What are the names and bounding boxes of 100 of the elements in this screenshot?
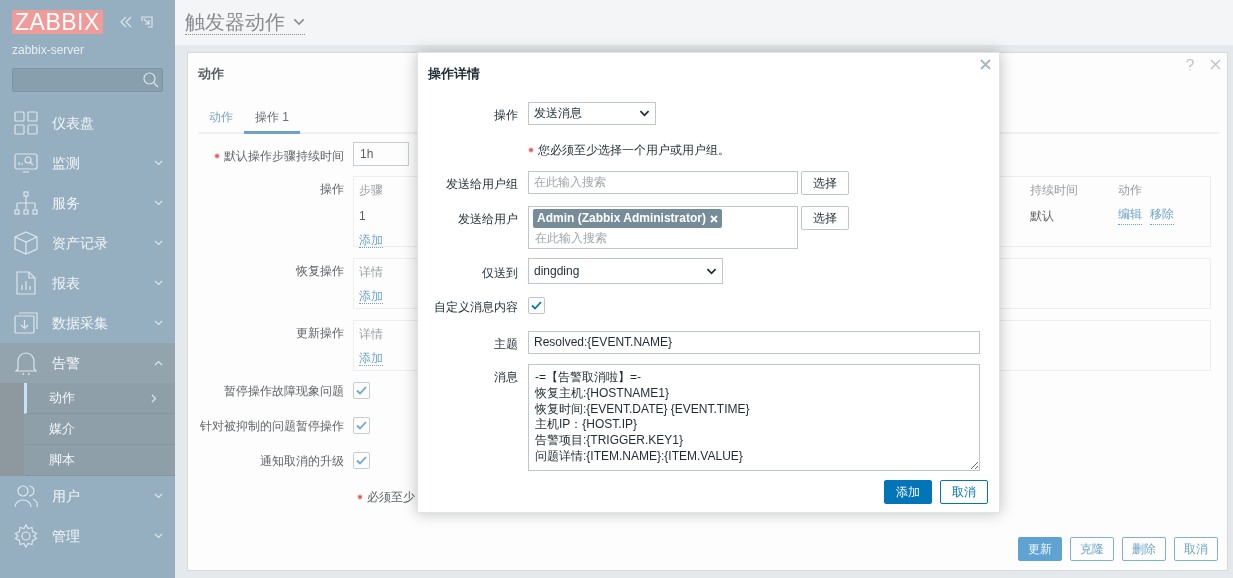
chevron-down-icon xyxy=(154,240,163,246)
chevron-down-icon xyxy=(154,280,163,286)
field-label: 操作 xyxy=(494,108,518,122)
menu-item[interactable]: 报表 xyxy=(0,263,175,303)
add-link[interactable]: 添加 xyxy=(359,350,383,366)
dialog-title: 操作详情 xyxy=(428,66,480,81)
field-label: 操作 xyxy=(320,180,344,198)
field-label: 发送给用户组 xyxy=(446,177,518,191)
button[interactable]: 添加 xyxy=(884,480,932,504)
menu-item[interactable]: 管理 xyxy=(0,516,175,556)
hierarchy-icon xyxy=(14,191,38,215)
action-link[interactable]: 移除 xyxy=(1150,206,1174,225)
collapse-icon[interactable] xyxy=(119,16,132,28)
select-button[interactable]: 选择 xyxy=(801,206,849,230)
page-title[interactable]: 触发器动作 xyxy=(185,10,305,35)
menu-item[interactable]: 资产记录 xyxy=(0,223,175,263)
checkbox[interactable] xyxy=(528,297,545,314)
column-header: 步骤 xyxy=(359,182,383,197)
field-label: 暂停操作故障现象问题 xyxy=(224,382,344,400)
column-header: 详情 xyxy=(359,326,383,341)
menu-item[interactable]: 监测 xyxy=(0,143,175,183)
caret-icon xyxy=(639,110,650,117)
message-field[interactable]: -=【告警取消啦】=- 恢复主机:{HOSTNAME1} 恢复时间:{EVENT.DATE} {EVENT.TIME} 主机IP：{HOST.IP} 告警项目:{TRIGGER.KEY1} 问题详情:{ITEM.NAME}:{ITEM.VALUE} xyxy=(528,364,980,471)
menu-item[interactable]: 数据采集 xyxy=(0,303,175,343)
required-icon xyxy=(357,493,363,500)
bell-icon xyxy=(14,351,38,375)
close-icon[interactable] xyxy=(1210,59,1221,70)
tab[interactable]: 操作 1 xyxy=(244,105,300,134)
table-cell: 默认 xyxy=(1030,208,1054,223)
menu-item[interactable]: 告警 xyxy=(0,343,175,383)
multiselect-field[interactable]: Admin (Zabbix Administrator) 在此输入搜索 xyxy=(528,206,798,249)
tab[interactable]: 动作 xyxy=(198,105,244,134)
required-icon xyxy=(528,147,534,153)
close-icon[interactable] xyxy=(980,59,991,70)
checkbox[interactable] xyxy=(353,382,370,399)
button[interactable]: 克隆 xyxy=(1070,537,1114,561)
users-icon xyxy=(14,484,38,508)
server-name: zabbix-server xyxy=(11,42,86,59)
chevron-down-icon xyxy=(154,200,163,206)
field-label: 更新操作 xyxy=(296,324,344,342)
button[interactable]: 取消 xyxy=(1174,537,1218,561)
chevron-up-icon xyxy=(154,360,163,366)
menu-item[interactable]: 用户 xyxy=(0,476,175,516)
chevron-down-icon xyxy=(154,533,163,539)
submenu-item[interactable]: 动作 xyxy=(24,383,175,414)
chevron-down-icon xyxy=(293,18,305,26)
card-title: 动作 xyxy=(198,66,224,81)
field-label: 恢复操作 xyxy=(296,262,344,280)
field-label: 自定义消息内容 xyxy=(434,300,518,314)
subject-field[interactable]: Resolved:{EVENT.NAME} xyxy=(528,331,980,354)
logo[interactable]: ZABBIX xyxy=(12,10,103,34)
button[interactable]: 删除 xyxy=(1122,537,1166,561)
download-tray-icon xyxy=(14,311,38,335)
field-label: 仅送到 xyxy=(482,266,518,280)
check-icon xyxy=(356,386,367,395)
help-icon[interactable] xyxy=(1186,59,1194,71)
checkbox[interactable] xyxy=(353,452,370,469)
menu-item[interactable]: 服务 xyxy=(0,183,175,223)
button[interactable]: 更新 xyxy=(1018,537,1062,561)
dashboard-grid-icon xyxy=(14,111,38,135)
button[interactable]: 取消 xyxy=(940,480,988,504)
search-icon[interactable] xyxy=(143,72,159,88)
add-link[interactable]: 添加 xyxy=(359,232,383,248)
operation-select[interactable]: 发送消息 xyxy=(528,102,656,125)
media-select[interactable]: dingding xyxy=(528,258,723,284)
add-link[interactable]: 添加 xyxy=(359,288,383,304)
action-link[interactable]: 编辑 xyxy=(1118,206,1142,225)
settings-gear-icon xyxy=(14,524,38,548)
report-icon xyxy=(14,271,38,295)
remove-icon[interactable] xyxy=(709,214,718,223)
select-button[interactable]: 选择 xyxy=(801,171,849,195)
column-header: 持续时间 xyxy=(1030,182,1078,197)
menu-item[interactable]: 仪表盘 xyxy=(0,103,175,143)
chevron-down-icon xyxy=(154,160,163,166)
chevron-down-icon xyxy=(154,320,163,326)
search-field[interactable]: 在此输入搜索 xyxy=(528,171,798,194)
check-icon xyxy=(356,421,367,430)
field-label: 主题 xyxy=(494,337,518,351)
field-label: 针对被抑制的问题暂停操作 xyxy=(200,417,344,435)
required-note: 您必须至少选择一个用户或用户组。 xyxy=(538,142,730,159)
chevron-down-icon xyxy=(154,493,163,499)
field-label: 消息 xyxy=(494,370,518,384)
check-icon xyxy=(356,456,367,465)
expand-icon[interactable] xyxy=(140,16,153,28)
submenu-item[interactable]: 媒介 xyxy=(24,414,175,445)
check-icon xyxy=(531,301,542,310)
column-header: 动作 xyxy=(1118,181,1142,199)
field-label: 默认操作步骤持续时间 xyxy=(224,147,344,165)
user-tag: Admin (Zabbix Administrator) xyxy=(533,209,722,228)
submenu-item[interactable]: 脚本 xyxy=(24,445,175,476)
field-label: 通知取消的升级 xyxy=(260,452,344,470)
monitor-icon xyxy=(14,151,38,175)
checkbox[interactable] xyxy=(353,417,370,434)
field-label: 发送给用户 xyxy=(458,212,518,226)
cube-icon xyxy=(14,231,38,255)
caret-icon xyxy=(706,267,717,275)
duration-field[interactable]: 1h xyxy=(353,141,409,166)
chevron-right-icon xyxy=(151,393,157,403)
required-note: 必须至少 xyxy=(367,488,415,506)
search-field[interactable] xyxy=(12,68,163,92)
